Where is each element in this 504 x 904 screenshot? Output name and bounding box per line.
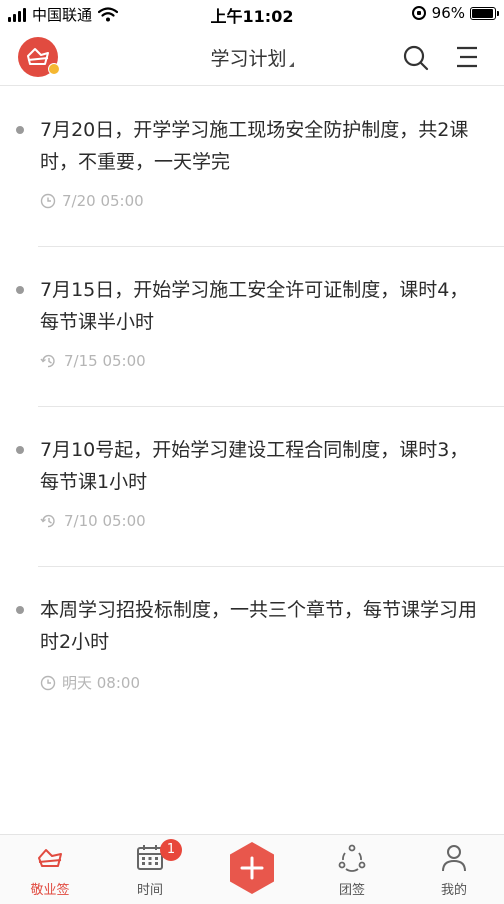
- list-item[interactable]: 7月15日，开始学习施工安全许可证制度，课时4，每节课半小时 7/15 05:0…: [0, 247, 504, 407]
- tab-team[interactable]: 团签: [302, 843, 402, 899]
- list-item[interactable]: 本周学习招投标制度，一共三个章节，每节课学习用时2小时 明天 08:00: [0, 567, 504, 727]
- nav-bar: 学习计划: [0, 28, 504, 86]
- page-title-text: 学习计划: [210, 48, 287, 70]
- plan-reminder: 明天 08:00: [40, 672, 140, 693]
- plan-text: 本周学习招投标制度，一共三个章节，每节课学习用时2小时: [40, 599, 478, 653]
- list-item[interactable]: 7月20日，开学学习施工现场安全防护制度，共2课时，不重要，一天学完 7/20 …: [0, 87, 504, 247]
- plan-reminder: 7/20 05:00: [40, 192, 144, 210]
- alarm-repeat-icon: [40, 354, 55, 368]
- tab-label: 团签: [338, 883, 365, 898]
- person-icon: [442, 845, 466, 872]
- seal-icon: [38, 849, 62, 867]
- plan-time: 明天 08:00: [62, 674, 140, 692]
- plan-time: 7/20 05:00: [62, 192, 144, 210]
- plan-list: 7月20日，开学学习施工现场安全防护制度，共2课时，不重要，一天学完 7/20 …: [0, 87, 504, 727]
- bullet-dot: [16, 126, 24, 134]
- plan-time: 7/15 05:00: [64, 352, 146, 370]
- team-icon: [338, 844, 366, 872]
- tab-label: 时间: [136, 883, 163, 898]
- alarm-repeat-icon: [40, 514, 55, 528]
- battery-icon: [470, 6, 499, 20]
- add-plan-button[interactable]: [226, 840, 278, 896]
- plan-text: 7月20日，开学学习施工现场安全防护制度，共2课时，不重要，一天学完: [40, 119, 469, 173]
- tab-label: 我的: [440, 883, 467, 898]
- clock-icon: [40, 193, 56, 209]
- list-item[interactable]: 7月10号起，开始学习建设工程合同制度，课时3，每节课1小时 7/10 05:0…: [0, 407, 504, 567]
- tab-mine[interactable]: 我的: [404, 843, 504, 899]
- tab-label: 敬业签: [30, 883, 70, 898]
- battery-percent: 96%: [431, 4, 465, 22]
- search-icon[interactable]: [402, 44, 430, 72]
- tab-jingyeqian[interactable]: 敬业签: [0, 843, 100, 899]
- tab-bar: 敬业签 1 时间 团签 我的: [0, 834, 504, 904]
- plan-reminder: 7/15 05:00: [40, 352, 146, 370]
- plan-reminder: 7/10 05:00: [40, 512, 146, 530]
- plan-text: 7月15日，开始学习施工安全许可证制度，课时4，每节课半小时: [40, 279, 469, 333]
- bullet-dot: [16, 606, 24, 614]
- notification-badge: 1: [160, 839, 182, 861]
- bullet-dot: [16, 286, 24, 294]
- menu-icon[interactable]: [454, 44, 480, 70]
- orientation-lock-icon: [411, 6, 426, 20]
- bullet-dot: [16, 446, 24, 454]
- tab-time[interactable]: 1 时间: [100, 839, 200, 899]
- status-bar: 中国联通 上午11:02 96%: [0, 0, 504, 28]
- clock-icon: [40, 675, 56, 690]
- plan-text: 7月10号起，开始学习建设工程合同制度，课时3，每节课1小时: [40, 439, 469, 493]
- status-right: 96%: [411, 4, 499, 22]
- dropdown-caret-icon: [288, 62, 294, 67]
- plan-time: 7/10 05:00: [64, 512, 146, 530]
